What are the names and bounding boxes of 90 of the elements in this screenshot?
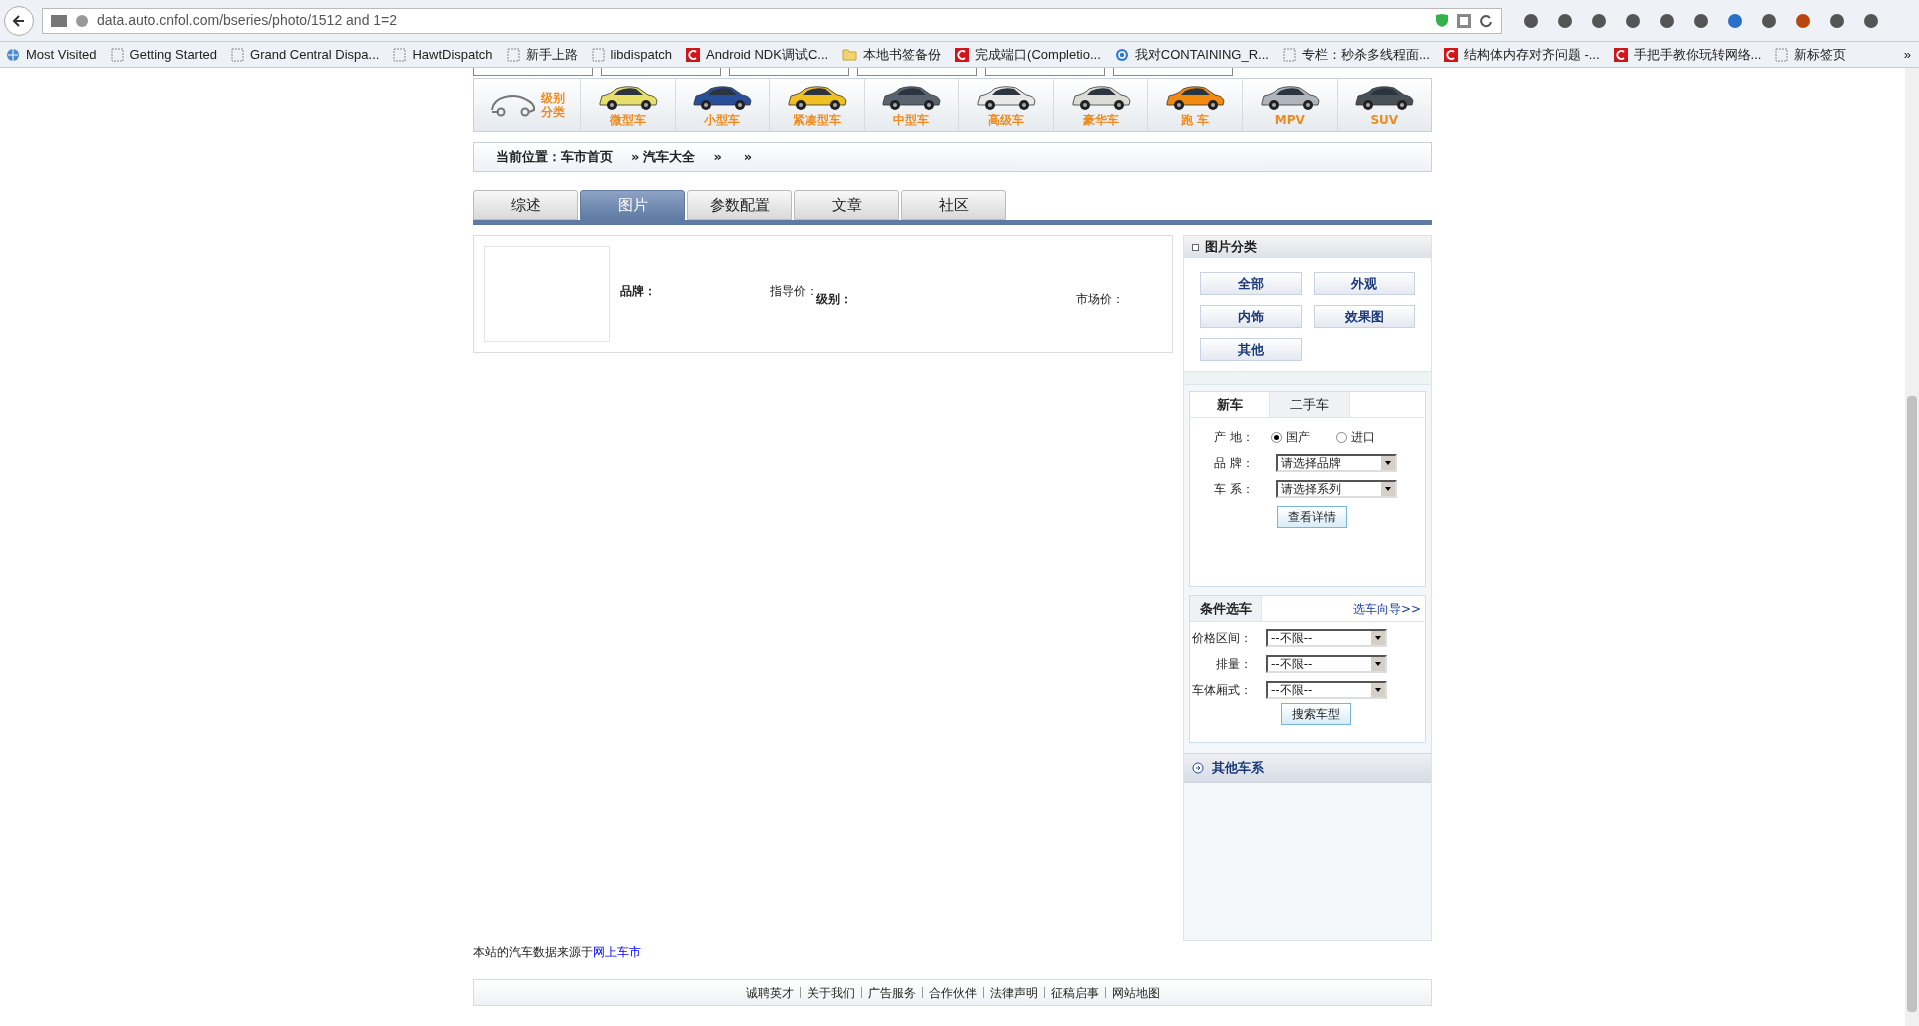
car-icon — [879, 83, 944, 111]
arrow-circle-icon — [1192, 762, 1204, 774]
breadcrumb-separator: » — [713, 148, 722, 167]
field-label: 价格区间： — [1191, 630, 1253, 647]
compass-icon — [1114, 47, 1129, 62]
address-bar[interactable]: data.auto.cnfol.com/bseries/photo/1512 and 1=2 — [42, 7, 1502, 34]
c-logo-icon — [1613, 47, 1628, 62]
folder-icon — [842, 48, 858, 61]
page-icon — [231, 47, 245, 62]
bookmark-item[interactable]: 专栏：秒杀多线程面... — [1282, 44, 1430, 65]
field-label: 车 系： — [1214, 481, 1255, 498]
footer-link[interactable]: 征稿启事 — [1050, 983, 1099, 1002]
category-button[interactable]: 其他 — [1200, 338, 1302, 361]
breadcrumb-link[interactable]: 汽车大全 — [643, 147, 696, 167]
bookmark-item[interactable]: 结构体内存对齐问题 -... — [1443, 44, 1600, 65]
breadcrumb-separator: » — [631, 148, 640, 167]
bookmark-item[interactable]: 我对CONTAINING_R... — [1114, 44, 1269, 65]
car-icon — [1352, 83, 1417, 111]
category-button[interactable]: 效果图 — [1313, 305, 1415, 328]
dropdown[interactable]: --不限-- — [1266, 681, 1387, 699]
bookmark-item[interactable]: Grand Central Dispa... — [231, 44, 380, 65]
bookmark-item[interactable]: 新标签页 — [1775, 44, 1847, 65]
page-icon — [1775, 47, 1789, 62]
breadcrumb-label: 当前位置： — [496, 148, 561, 167]
tab[interactable]: 社区 — [901, 190, 1006, 220]
section-title: 其他车系 — [1212, 759, 1264, 778]
dropdown[interactable]: 请选择品牌 — [1276, 454, 1397, 472]
tab[interactable]: 参数配置 — [687, 190, 792, 220]
c-logo-icon — [686, 47, 700, 62]
footer-link[interactable]: 网站地图 — [1111, 983, 1160, 1002]
bookmark-item[interactable]: 新手上路 — [506, 44, 578, 65]
details-button[interactable]: 查看详情 — [1276, 506, 1347, 528]
dropdown[interactable]: 请选择系列 — [1276, 480, 1397, 498]
radio-option[interactable]: 进口 — [1336, 428, 1401, 446]
reload-icon — [1479, 13, 1493, 28]
dropdown[interactable]: --不限-- — [1266, 655, 1387, 673]
url-text: data.auto.cnfol.com/bseries/photo/1512 and 1=2 — [97, 11, 399, 30]
bookmark-item[interactable]: libdispatch — [591, 44, 672, 65]
source-note: 本站的汽车数据来源于网上车市 — [473, 944, 642, 961]
back-arrow-icon — [12, 13, 26, 28]
dropdown[interactable]: --不限-- — [1266, 629, 1387, 647]
field-label: 品 牌： — [1214, 455, 1255, 472]
search-button[interactable]: 搜索车型 — [1280, 703, 1351, 725]
footer-link[interactable]: 合作伙伴 — [928, 983, 977, 1002]
bookmark-item[interactable]: Getting Started — [110, 44, 218, 65]
back-button[interactable] — [4, 5, 34, 36]
field-label: 品牌： — [620, 283, 657, 300]
car-icon — [974, 83, 1039, 111]
bookmark-item[interactable]: 完成端口(Completio... — [955, 44, 1101, 65]
overflow-chevron[interactable]: » — [1903, 44, 1911, 65]
c-logo-icon — [1443, 47, 1458, 62]
field-label: 指导价： — [770, 283, 816, 298]
guide-link[interactable]: 选车向导>> — [1352, 599, 1425, 618]
bookmark-item[interactable]: Android NDK调试C... — [686, 44, 829, 65]
breadcrumb-link[interactable]: 车市首页 — [561, 147, 613, 167]
car-icon — [1163, 83, 1228, 111]
tab[interactable]: 综述 — [473, 190, 578, 220]
bookmark-item[interactable]: HawtDispatch — [393, 44, 493, 65]
scrollbar[interactable] — [1905, 68, 1919, 1026]
radio-option[interactable]: 国产 — [1271, 428, 1337, 446]
field-label: 市场价： — [1076, 291, 1122, 308]
source-link[interactable]: 网上车市 — [593, 945, 641, 959]
square-bullet-icon — [1192, 243, 1199, 251]
category-button[interactable]: 外观 — [1313, 272, 1415, 295]
page-icon — [1282, 47, 1296, 62]
car-icon — [690, 83, 755, 111]
page-icon — [506, 47, 520, 62]
bookmark-item[interactable]: 手把手教你玩转网络... — [1613, 44, 1762, 65]
category-title: 级别 分类 — [541, 91, 565, 119]
footer-link[interactable]: 关于我们 — [806, 983, 855, 1002]
field-label: 产 地： — [1214, 429, 1255, 446]
section-header: 图片分类 — [1184, 236, 1431, 258]
page-icon — [591, 47, 605, 62]
bookmark-item[interactable]: Most Visited — [6, 44, 97, 65]
footer-link[interactable]: 广告服务 — [867, 983, 916, 1002]
category-button[interactable]: 内饰 — [1200, 305, 1302, 328]
footer-link[interactable]: 法律声明 — [989, 983, 1038, 1002]
breadcrumb-separator: » — [743, 148, 753, 167]
page-icon — [393, 47, 407, 62]
field-label: 排量： — [1215, 656, 1253, 673]
c-logo-icon — [955, 47, 970, 62]
tab[interactable]: 二手车 — [1270, 392, 1350, 417]
bookmark-item[interactable]: 本地书签备份 — [842, 44, 942, 65]
category-button[interactable]: 全部 — [1200, 272, 1302, 295]
field-label: 车体厢式： — [1191, 682, 1253, 699]
tab[interactable]: 文章 — [794, 190, 899, 220]
field-label: 级别： — [816, 291, 853, 308]
footer-link[interactable]: 诚聘英才 — [745, 983, 794, 1002]
page-icon — [110, 47, 124, 62]
shield-icon — [1435, 13, 1449, 28]
